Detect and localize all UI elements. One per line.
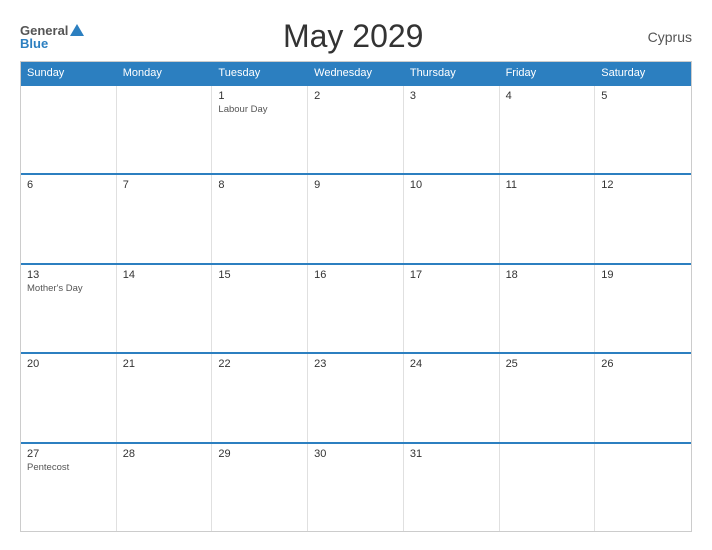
- calendar-cell: 14: [117, 265, 213, 352]
- calendar-cell: [21, 86, 117, 173]
- calendar-week-2: 6 78 9 10 11 12: [21, 173, 691, 262]
- day-number: 7: [123, 179, 206, 191]
- calendar-week-3: 13 Mother's Day 14 15 16 17 18 19: [21, 263, 691, 352]
- day-number: 6: [27, 179, 110, 191]
- day-number: 27: [27, 448, 110, 460]
- day-number: 31: [410, 448, 493, 460]
- day-number: 17: [410, 269, 493, 281]
- day-number: 30: [314, 448, 397, 460]
- calendar-cell: 19: [595, 265, 691, 352]
- calendar-cell: 12: [595, 175, 691, 262]
- calendar-cell: 6: [21, 175, 117, 262]
- logo-general: General: [20, 24, 68, 37]
- day-number: 26: [601, 358, 685, 370]
- calendar-cell: 2: [308, 86, 404, 173]
- calendar: SundayMondayTuesdayWednesdayThursdayFrid…: [20, 61, 692, 532]
- day-number: 16: [314, 269, 397, 281]
- header-cell-friday: Friday: [500, 62, 596, 84]
- calendar-cell: 11: [500, 175, 596, 262]
- calendar-cell: 4: [500, 86, 596, 173]
- header-cell-sunday: Sunday: [21, 62, 117, 84]
- day-number: 11: [506, 179, 589, 191]
- logo-triangle-icon: [70, 24, 84, 36]
- calendar-cell: 16: [308, 265, 404, 352]
- logo-blue: Blue: [20, 37, 48, 50]
- day-number: 22: [218, 358, 301, 370]
- day-number: 14: [123, 269, 206, 281]
- page-title: May 2029: [84, 18, 622, 55]
- calendar-cell: 21: [117, 354, 213, 441]
- calendar-cell: [117, 86, 213, 173]
- calendar-cell: 28: [117, 444, 213, 531]
- calendar-cell: 25: [500, 354, 596, 441]
- calendar-cell: 20: [21, 354, 117, 441]
- calendar-cell: 29: [212, 444, 308, 531]
- calendar-cell: 24: [404, 354, 500, 441]
- day-number: 24: [410, 358, 493, 370]
- header-cell-thursday: Thursday: [404, 62, 500, 84]
- calendar-cell: 9: [308, 175, 404, 262]
- day-number: 8: [218, 179, 301, 191]
- day-number: 3: [410, 90, 493, 102]
- day-number: 20: [27, 358, 110, 370]
- header-cell-saturday: Saturday: [595, 62, 691, 84]
- calendar-cell: 15: [212, 265, 308, 352]
- day-number: 4: [506, 90, 589, 102]
- calendar-cell: 18: [500, 265, 596, 352]
- calendar-cell: 7: [117, 175, 213, 262]
- calendar-week-4: 20 21 22 23 24 25 26: [21, 352, 691, 441]
- day-number: 2: [314, 90, 397, 102]
- day-number: 19: [601, 269, 685, 281]
- calendar-cell: 8: [212, 175, 308, 262]
- day-number: 18: [506, 269, 589, 281]
- day-event: Pentecost: [27, 462, 110, 474]
- calendar-cell: 3: [404, 86, 500, 173]
- day-event: Mother's Day: [27, 283, 110, 295]
- header-cell-monday: Monday: [117, 62, 213, 84]
- day-number: 12: [601, 179, 685, 191]
- calendar-week-5: 27 Pentecost 28 29 30 31: [21, 442, 691, 531]
- calendar-body: 1Labour Day2345678910111213Mother's Day1…: [21, 84, 691, 531]
- day-number: 29: [218, 448, 301, 460]
- day-number: 10: [410, 179, 493, 191]
- calendar-cell: 26: [595, 354, 691, 441]
- calendar-cell: 23: [308, 354, 404, 441]
- top-bar: General Blue May 2029 Cyprus: [20, 18, 692, 55]
- day-number: 9: [314, 179, 397, 191]
- calendar-cell: 27 Pentecost: [21, 444, 117, 531]
- day-number: 1: [218, 90, 301, 102]
- calendar-cell: [595, 444, 691, 531]
- calendar-cell: 17: [404, 265, 500, 352]
- calendar-cell: 5: [595, 86, 691, 173]
- day-event: Labour Day: [218, 104, 301, 116]
- day-number: 25: [506, 358, 589, 370]
- day-number: 23: [314, 358, 397, 370]
- calendar-week-1: 1 Labour Day 2 3 45: [21, 84, 691, 173]
- calendar-cell: [500, 444, 596, 531]
- day-number: 21: [123, 358, 206, 370]
- calendar-header: SundayMondayTuesdayWednesdayThursdayFrid…: [21, 62, 691, 84]
- calendar-cell: 10: [404, 175, 500, 262]
- day-number: 28: [123, 448, 206, 460]
- country-label: Cyprus: [622, 29, 692, 45]
- calendar-cell: 22: [212, 354, 308, 441]
- header-cell-tuesday: Tuesday: [212, 62, 308, 84]
- calendar-cell: 30: [308, 444, 404, 531]
- header-cell-wednesday: Wednesday: [308, 62, 404, 84]
- day-number: 15: [218, 269, 301, 281]
- calendar-cell: 1 Labour Day: [212, 86, 308, 173]
- calendar-cell: 31: [404, 444, 500, 531]
- day-number: 13: [27, 269, 110, 281]
- day-number: 5: [601, 90, 685, 102]
- calendar-cell: 13 Mother's Day: [21, 265, 117, 352]
- logo: General Blue: [20, 24, 84, 50]
